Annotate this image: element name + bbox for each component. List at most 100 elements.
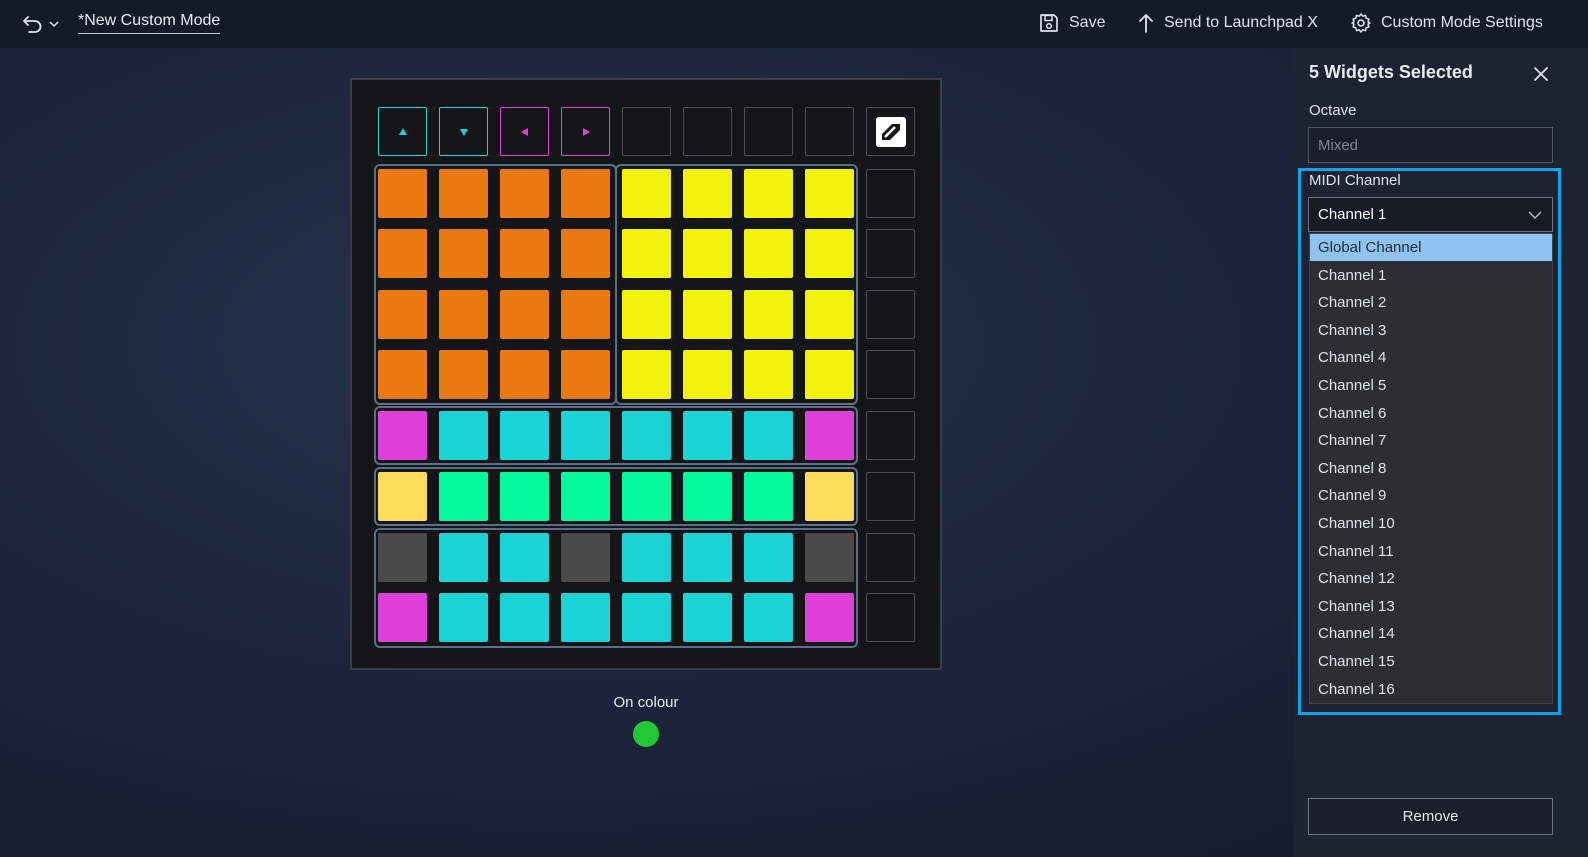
midi-channel-option[interactable]: Channel 7 xyxy=(1310,427,1552,454)
grid-pad[interactable] xyxy=(622,350,671,399)
grid-pad[interactable] xyxy=(378,350,427,399)
midi-channel-option[interactable]: Channel 15 xyxy=(1310,648,1552,675)
undo-button[interactable] xyxy=(22,12,62,36)
grid-pad[interactable] xyxy=(500,229,549,278)
scene-button[interactable] xyxy=(866,472,915,521)
grid-pad[interactable] xyxy=(378,411,427,460)
grid-pad[interactable] xyxy=(439,533,488,582)
grid-pad[interactable] xyxy=(378,229,427,278)
grid-pad[interactable] xyxy=(622,533,671,582)
grid-pad[interactable] xyxy=(683,472,732,521)
grid-pad[interactable] xyxy=(561,411,610,460)
grid-pad[interactable] xyxy=(622,472,671,521)
arrow-up-button[interactable] xyxy=(378,107,427,156)
midi-channel-option[interactable]: Global Channel xyxy=(1310,234,1552,261)
grid-pad[interactable] xyxy=(744,411,793,460)
grid-pad[interactable] xyxy=(561,290,610,339)
scene-button[interactable] xyxy=(866,593,915,642)
grid-pad[interactable] xyxy=(805,472,854,521)
remove-button[interactable]: Remove xyxy=(1308,798,1553,835)
grid-pad[interactable] xyxy=(378,533,427,582)
grid-pad[interactable] xyxy=(561,593,610,642)
midi-channel-option[interactable]: Channel 10 xyxy=(1310,510,1552,537)
grid-pad[interactable] xyxy=(500,472,549,521)
send-to-launchpad-button[interactable]: Send to Launchpad X xyxy=(1137,10,1318,36)
midi-channel-option[interactable]: Channel 1 xyxy=(1310,262,1552,289)
grid-pad[interactable] xyxy=(805,229,854,278)
custom-mode-settings-button[interactable]: Custom Mode Settings xyxy=(1350,10,1543,36)
grid-pad[interactable] xyxy=(561,472,610,521)
grid-pad[interactable] xyxy=(439,472,488,521)
grid-pad[interactable] xyxy=(561,169,610,218)
close-icon[interactable] xyxy=(1531,64,1551,84)
grid-pad[interactable] xyxy=(561,350,610,399)
arrow-down-button[interactable] xyxy=(439,107,488,156)
grid-pad[interactable] xyxy=(500,290,549,339)
top-button-8[interactable] xyxy=(805,107,854,156)
midi-channel-option[interactable]: Channel 6 xyxy=(1310,400,1552,427)
grid-pad[interactable] xyxy=(683,229,732,278)
top-button-6[interactable] xyxy=(683,107,732,156)
midi-channel-option[interactable]: Channel 5 xyxy=(1310,372,1552,399)
grid-pad[interactable] xyxy=(439,290,488,339)
midi-channel-option[interactable]: Channel 9 xyxy=(1310,482,1552,509)
grid-pad[interactable] xyxy=(744,472,793,521)
midi-channel-option[interactable]: Channel 4 xyxy=(1310,344,1552,371)
grid-pad[interactable] xyxy=(744,593,793,642)
grid-pad[interactable] xyxy=(561,229,610,278)
grid-pad[interactable] xyxy=(683,169,732,218)
grid-pad[interactable] xyxy=(683,533,732,582)
grid-pad[interactable] xyxy=(744,290,793,339)
arrow-left-button[interactable] xyxy=(500,107,549,156)
scene-button[interactable] xyxy=(866,350,915,399)
grid-pad[interactable] xyxy=(744,229,793,278)
grid-pad[interactable] xyxy=(439,593,488,642)
grid-pad[interactable] xyxy=(561,533,610,582)
midi-channel-option[interactable]: Channel 14 xyxy=(1310,620,1552,647)
grid-pad[interactable] xyxy=(744,350,793,399)
grid-pad[interactable] xyxy=(744,533,793,582)
grid-pad[interactable] xyxy=(439,411,488,460)
logo-button[interactable] xyxy=(866,107,915,156)
grid-pad[interactable] xyxy=(683,350,732,399)
midi-channel-option[interactable]: Channel 3 xyxy=(1310,317,1552,344)
grid-pad[interactable] xyxy=(500,350,549,399)
grid-pad[interactable] xyxy=(439,169,488,218)
midi-channel-select[interactable]: Channel 1 xyxy=(1308,197,1553,232)
grid-pad[interactable] xyxy=(378,290,427,339)
grid-pad[interactable] xyxy=(622,229,671,278)
top-button-7[interactable] xyxy=(744,107,793,156)
grid-pad[interactable] xyxy=(500,533,549,582)
grid-pad[interactable] xyxy=(439,229,488,278)
grid-pad[interactable] xyxy=(805,533,854,582)
grid-pad[interactable] xyxy=(805,411,854,460)
grid-pad[interactable] xyxy=(378,593,427,642)
grid-pad[interactable] xyxy=(805,169,854,218)
scene-button[interactable] xyxy=(866,411,915,460)
grid-pad[interactable] xyxy=(805,350,854,399)
on-colour-swatch[interactable] xyxy=(633,721,659,747)
grid-pad[interactable] xyxy=(378,169,427,218)
scene-button[interactable] xyxy=(866,169,915,218)
grid-pad[interactable] xyxy=(683,593,732,642)
grid-pad[interactable] xyxy=(805,593,854,642)
midi-channel-option[interactable]: Channel 13 xyxy=(1310,593,1552,620)
midi-channel-option[interactable]: Channel 12 xyxy=(1310,565,1552,592)
grid-pad[interactable] xyxy=(744,169,793,218)
scene-button[interactable] xyxy=(866,229,915,278)
grid-pad[interactable] xyxy=(439,350,488,399)
midi-channel-option[interactable]: Channel 16 xyxy=(1310,676,1552,703)
grid-pad[interactable] xyxy=(622,411,671,460)
octave-field[interactable]: Mixed xyxy=(1308,127,1553,163)
grid-pad[interactable] xyxy=(500,593,549,642)
midi-channel-option[interactable]: Channel 2 xyxy=(1310,289,1552,316)
grid-pad[interactable] xyxy=(500,169,549,218)
save-button[interactable]: Save xyxy=(1038,10,1105,36)
mode-title[interactable]: *New Custom Mode xyxy=(78,12,221,34)
arrow-right-button[interactable] xyxy=(561,107,610,156)
grid-pad[interactable] xyxy=(500,411,549,460)
scene-button[interactable] xyxy=(866,290,915,339)
midi-channel-option[interactable]: Channel 8 xyxy=(1310,455,1552,482)
grid-pad[interactable] xyxy=(622,169,671,218)
grid-pad[interactable] xyxy=(622,593,671,642)
